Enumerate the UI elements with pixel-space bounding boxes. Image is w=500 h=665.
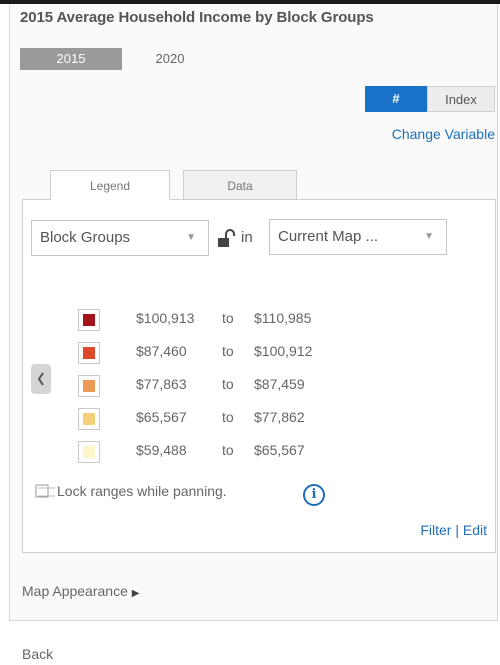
range-to-label: to [222, 343, 234, 359]
range-upto: $110,985 [254, 310, 312, 326]
legend-swatch[interactable] [78, 375, 100, 397]
edit-link[interactable]: Edit [463, 522, 487, 538]
range-to-label: to [222, 310, 234, 326]
year-2015-button[interactable]: 2015 [20, 48, 122, 70]
unlock-icon[interactable] [215, 229, 237, 249]
collapse-handle[interactable] [31, 364, 51, 394]
range-from: $65,567 [136, 409, 187, 425]
scope-select[interactable]: Current Map ... ▼ [269, 219, 447, 255]
lock-ranges-option[interactable]: Lock ranges while panning. [35, 483, 227, 499]
range-from: $87,460 [136, 343, 187, 359]
map-appearance-label: Map Appearance [22, 583, 128, 599]
panel-title: 2015 Average Household Income by Block G… [20, 9, 374, 26]
in-label: in [241, 229, 253, 246]
hash-icon: # [392, 91, 400, 106]
range-upto: $77,862 [254, 409, 305, 425]
filter-edit-links: Filter | Edit [420, 522, 487, 538]
year-2020-button[interactable]: 2020 [132, 48, 208, 70]
range-to-label: to [222, 442, 234, 458]
geography-select-value: Block Groups [40, 229, 131, 246]
lock-ranges-checkbox[interactable] [35, 484, 57, 498]
legend-swatch[interactable] [78, 441, 100, 463]
legend-swatch[interactable] [78, 309, 100, 331]
change-variable-link[interactable]: Change Variable [392, 126, 495, 142]
back-link[interactable]: Back [22, 646, 53, 662]
range-to-label: to [222, 409, 234, 425]
chevron-down-icon: ▼ [424, 231, 434, 242]
range-from: $59,488 [136, 442, 187, 458]
range-upto: $65,567 [254, 442, 305, 458]
legend-swatch[interactable] [78, 408, 100, 430]
number-toggle-button[interactable]: # [365, 86, 427, 112]
range-from: $100,913 [136, 310, 195, 326]
chevron-left-icon [37, 372, 44, 386]
legend-swatch[interactable] [78, 342, 100, 364]
range-from: $77,863 [136, 376, 187, 392]
chevron-down-icon: ▼ [186, 232, 196, 243]
scope-select-value: Current Map ... [278, 228, 379, 245]
tab-data[interactable]: Data [183, 170, 297, 200]
separator: | [455, 522, 459, 538]
info-icon[interactable]: i [303, 484, 325, 506]
legend-box: Block Groups ▼ in Current Map ... ▼ $100… [22, 199, 496, 553]
map-appearance-toggle[interactable]: Map Appearance ▶ [22, 583, 139, 599]
index-toggle-button[interactable]: Index [427, 86, 495, 112]
range-to-label: to [222, 376, 234, 392]
geography-select[interactable]: Block Groups ▼ [31, 220, 209, 256]
lock-ranges-label: Lock ranges while panning. [57, 483, 227, 499]
range-upto: $100,912 [254, 343, 313, 359]
triangle-right-icon: ▶ [131, 588, 140, 599]
filter-link[interactable]: Filter [420, 522, 451, 538]
tab-legend[interactable]: Legend [50, 170, 170, 200]
range-upto: $87,459 [254, 376, 305, 392]
